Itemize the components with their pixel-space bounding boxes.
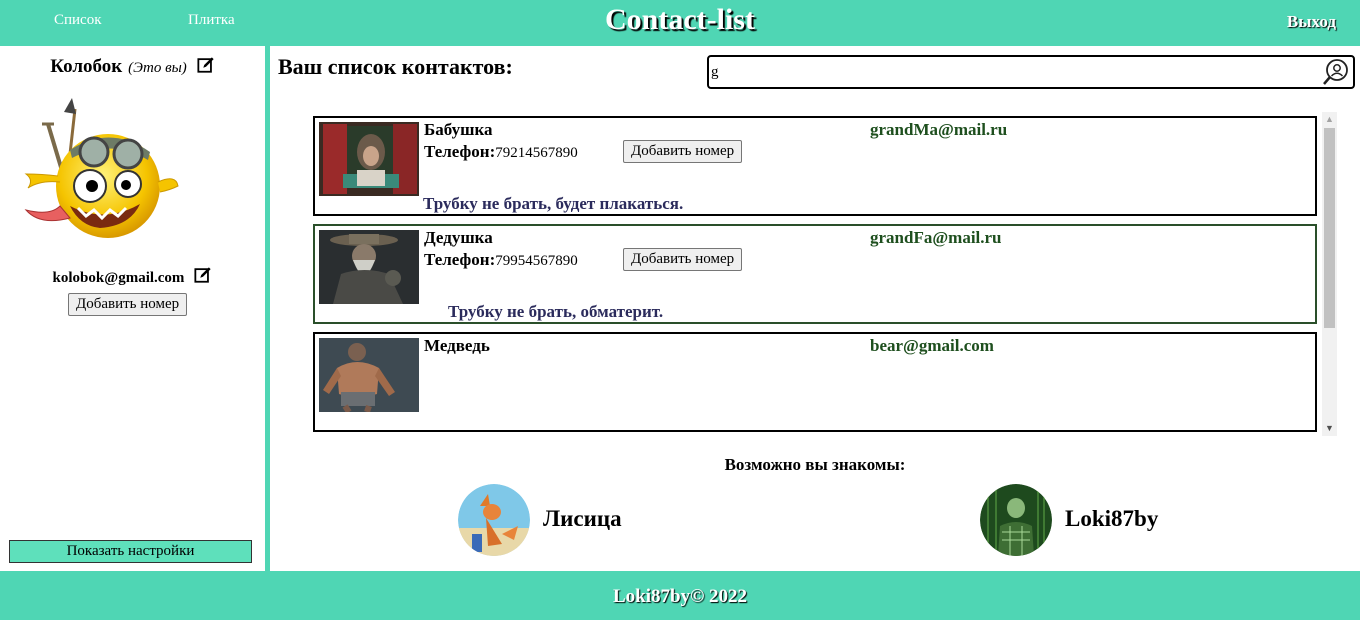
user-name: Колобок xyxy=(50,56,123,77)
contact-phone: 79954567890 xyxy=(495,253,578,269)
contact-photo xyxy=(319,230,419,304)
app-title: Contact-list xyxy=(605,3,755,36)
scroll-up-arrow-icon[interactable]: ▲ xyxy=(1322,112,1337,127)
contact-email[interactable]: bear@gmail.com xyxy=(870,336,994,356)
user-email-row: kolobok@gmail.com xyxy=(0,266,265,287)
contact-phone-label: Телефон: xyxy=(424,250,496,269)
user-you-label: (Это вы) xyxy=(128,60,187,76)
contact-email[interactable]: grandMa@mail.ru xyxy=(870,120,1007,140)
contact-card[interactable]: Дедушка Телефон:79954567890 Добавить ном… xyxy=(313,224,1317,324)
edit-email-icon[interactable] xyxy=(194,266,212,284)
contact-phone-row: Телефон:79954567890 xyxy=(424,250,578,270)
contact-note: Трубку не брать, будет плакаться. xyxy=(423,194,684,213)
contacts-title: Ваш список контактов: xyxy=(278,54,513,79)
suggestion-name[interactable]: Loki87by xyxy=(1065,506,1158,532)
suggestion-name[interactable]: Лисица xyxy=(543,506,622,532)
user-header: Колобок (Это вы) xyxy=(0,56,265,78)
user-email: kolobok@gmail.com xyxy=(52,270,185,286)
profile-sidebar: Колобок (Это вы) kolobok@gmail.com Добав… xyxy=(0,46,265,571)
logout-link[interactable]: Выход xyxy=(1287,12,1336,32)
contact-photo xyxy=(319,122,419,196)
contact-card[interactable]: Медведь bear@gmail.com xyxy=(313,332,1317,432)
user-add-phone-button[interactable]: Добавить номер xyxy=(68,293,188,316)
search-input[interactable] xyxy=(711,60,1311,84)
contact-name: Дедушка xyxy=(424,228,493,247)
contact-email[interactable]: grandFa@mail.ru xyxy=(870,228,1002,248)
header: Список Плитка Contact-list Выход xyxy=(0,0,1360,46)
search-icon[interactable] xyxy=(1322,58,1350,86)
suggestions-title: Возможно вы знакомы: xyxy=(724,455,906,474)
footer-copyright: Loki87by© 2022 xyxy=(612,586,748,607)
user-avatar xyxy=(24,98,179,238)
scroll-down-arrow-icon[interactable]: ▼ xyxy=(1322,421,1337,436)
contact-add-phone-button[interactable]: Добавить номер xyxy=(623,248,743,271)
contact-phone: 79214567890 xyxy=(495,145,578,161)
contacts-list[interactable]: Бабушка Телефон:79214567890 Добавить ном… xyxy=(270,110,1340,438)
suggestion-item[interactable]: Лисица xyxy=(458,484,658,556)
contact-phone-row: Телефон:79214567890 xyxy=(424,142,578,162)
footer: Loki87by© 2022 xyxy=(0,571,1360,620)
contacts-scrollbar[interactable]: ▲ ▼ xyxy=(1322,112,1337,436)
suggestion-avatar xyxy=(980,484,1052,556)
contact-note: Трубку не брать, обматерит. xyxy=(448,302,664,321)
contact-name: Медведь xyxy=(424,336,490,355)
contact-photo xyxy=(319,338,419,412)
show-settings-button[interactable]: Показать настройки xyxy=(9,540,252,563)
search-box xyxy=(707,55,1355,89)
contact-name: Бабушка xyxy=(424,120,493,139)
edit-name-icon[interactable] xyxy=(197,56,215,74)
suggestion-item[interactable]: Loki87by xyxy=(980,484,1200,556)
contact-add-phone-button[interactable]: Добавить номер xyxy=(623,140,743,163)
scrollbar-thumb[interactable] xyxy=(1324,128,1335,328)
suggestion-avatar xyxy=(458,484,530,556)
contact-phone-label: Телефон: xyxy=(424,142,496,161)
contact-card[interactable]: Бабушка Телефон:79214567890 Добавить ном… xyxy=(313,116,1317,216)
